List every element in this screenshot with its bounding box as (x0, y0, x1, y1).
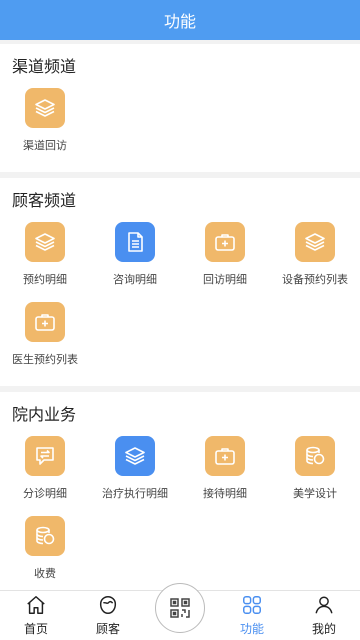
section-title: 院内业务 (12, 405, 77, 424)
section-customer: 顾客频道 预约明细 咨询明细 回访明细 设备预约列表 医生预约列表 (0, 178, 360, 386)
medkit-icon (25, 302, 65, 342)
item-treatment-execution-detail[interactable]: 治疗执行明细 (90, 432, 180, 512)
item-reception-detail[interactable]: 接待明细 (180, 432, 270, 512)
document-icon (115, 222, 155, 262)
header-bar: 功能 (0, 0, 360, 40)
item-label: 分诊明细 (23, 487, 67, 500)
page-title: 功能 (163, 12, 196, 31)
layers-icon (25, 222, 65, 262)
item-device-appointment-list[interactable]: 设备预约列表 (270, 218, 360, 298)
coins-icon (295, 436, 335, 476)
customer-icon (99, 596, 117, 614)
item-label: 接待明细 (203, 487, 247, 500)
item-label: 设备预约列表 (282, 273, 348, 286)
item-label: 收费 (34, 567, 56, 580)
item-label: 渠道回访 (23, 139, 67, 152)
tab-home[interactable]: 首页 (0, 591, 72, 640)
item-label: 美学设计 (293, 487, 337, 500)
item-aesthetic-design[interactable]: 美学设计 (270, 432, 360, 512)
medkit-icon (205, 436, 245, 476)
tab-customer[interactable]: 顾客 (72, 591, 144, 640)
layers-icon (115, 436, 155, 476)
medkit-icon (205, 222, 245, 262)
tab-label: 顾客 (95, 622, 120, 636)
chat-transfer-icon (25, 436, 65, 476)
grid-icon (243, 596, 261, 614)
tab-label: 功能 (239, 622, 264, 636)
coins-icon (25, 516, 65, 556)
item-channel-followup[interactable]: 渠道回访 (0, 84, 90, 164)
person-icon (315, 596, 333, 614)
item-label: 医生预约列表 (12, 353, 78, 366)
item-label: 咨询明细 (113, 273, 157, 286)
section-title: 顾客频道 (12, 191, 77, 210)
item-charge[interactable]: 收费 (0, 512, 90, 590)
function-content[interactable]: 渠道频道 渠道回访 顾客频道 预约明细 咨询明细 回访明细 设备预约列表 医生预… (0, 40, 360, 590)
tab-mine[interactable]: 我的 (288, 591, 360, 640)
tab-function[interactable]: 功能 (216, 591, 288, 640)
item-consult-detail[interactable]: 咨询明细 (90, 218, 180, 298)
tab-label: 我的 (311, 622, 336, 636)
item-label: 治疗执行明细 (102, 487, 168, 500)
tab-label: 首页 (23, 622, 48, 636)
item-followup-detail[interactable]: 回访明细 (180, 218, 270, 298)
section-title: 渠道频道 (12, 57, 77, 76)
item-doctor-appointment-list[interactable]: 医生预约列表 (0, 298, 90, 378)
qr-scan-icon (170, 598, 190, 618)
layers-icon (295, 222, 335, 262)
section-channel: 渠道频道 渠道回访 (0, 44, 360, 172)
item-label: 预约明细 (23, 273, 67, 286)
home-icon (27, 596, 45, 614)
item-label: 回访明细 (203, 273, 247, 286)
section-in-hospital: 院内业务 分诊明细 治疗执行明细 接待明细 美学设计 收费 (0, 392, 360, 590)
layers-icon (25, 88, 65, 128)
item-appointment-detail[interactable]: 预约明细 (0, 218, 90, 298)
scan-button[interactable] (155, 583, 205, 633)
item-triage-detail[interactable]: 分诊明细 (0, 432, 90, 512)
